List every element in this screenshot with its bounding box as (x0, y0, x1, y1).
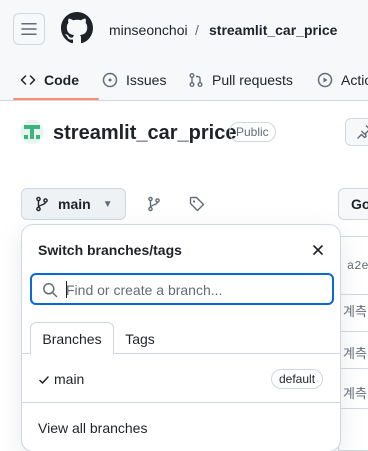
row-divider (339, 294, 368, 295)
tab-issues-label: Issues (126, 71, 167, 88)
row-divider (339, 408, 368, 409)
tab-branches[interactable]: Branches (30, 322, 114, 355)
top-header: minseonchoi / streamlit_car_price Code I… (0, 0, 368, 101)
repo-owner-avatar[interactable] (20, 120, 44, 144)
branch-list-item[interactable]: main default (22, 363, 340, 395)
close-button[interactable] (308, 240, 328, 260)
play-icon (317, 72, 333, 88)
row-divider (339, 368, 368, 369)
issue-opened-icon (102, 72, 118, 88)
breadcrumb-owner[interactable]: minseonchoi (109, 21, 188, 39)
branch-search-input[interactable] (66, 279, 326, 301)
file-row-text: 계측 (343, 387, 367, 402)
text-cursor (66, 281, 67, 298)
chevron-down-icon: ▼ (102, 198, 113, 210)
repo-nav-tabs: Code Issues Pull requests Actio (0, 58, 368, 101)
row-divider (339, 331, 368, 332)
file-row-text: 계측 (343, 347, 367, 362)
repo-title[interactable]: streamlit_car_price (53, 121, 236, 145)
tab-tags[interactable]: Tags (114, 322, 166, 355)
git-pull-request-icon (188, 72, 204, 88)
breadcrumb-repo[interactable]: streamlit_car_price (209, 21, 337, 39)
hamburger-icon (21, 23, 37, 35)
tab-issues[interactable]: Issues (102, 58, 166, 101)
file-list-background: a2e3 계측 계측 계측 (338, 236, 368, 451)
code-icon (20, 72, 36, 88)
breadcrumb-separator: / (195, 22, 199, 38)
divider (22, 402, 340, 403)
branch-search-field[interactable] (30, 273, 334, 305)
dropdown-title: Switch branches/tags (38, 242, 182, 258)
go-to-file-button[interactable]: Go (338, 188, 368, 220)
tab-actions[interactable]: Actio (317, 58, 368, 101)
current-branch-label: main (58, 196, 91, 212)
close-icon (313, 245, 323, 255)
file-row-text: 계측 (343, 305, 367, 320)
check-icon (38, 373, 50, 385)
search-icon (42, 282, 58, 298)
branch-selector-button[interactable]: main ▼ (21, 188, 126, 220)
hamburger-menu-button[interactable] (13, 13, 45, 45)
git-branch-icon (36, 196, 48, 212)
visibility-badge: Public (229, 122, 276, 142)
tag-icon[interactable] (189, 196, 205, 212)
tab-pull-requests-label: Pull requests (212, 71, 293, 88)
active-tab-indicator (13, 98, 99, 100)
tab-actions-label: Actio (341, 71, 368, 88)
tab-pull-requests[interactable]: Pull requests (188, 58, 293, 101)
tab-code[interactable]: Code (20, 58, 79, 101)
github-logo-icon[interactable] (61, 12, 93, 44)
branch-switcher-dropdown: Switch branches/tags Branches Tags main … (21, 224, 341, 451)
dropdown-tabs: Branches Tags (22, 322, 340, 355)
branches-link-icon[interactable] (146, 196, 162, 212)
pin-icon (357, 125, 368, 139)
view-all-branches-link[interactable]: View all branches (38, 420, 147, 436)
commit-hash[interactable]: a2e3 (347, 259, 368, 273)
default-branch-badge: default (271, 369, 324, 389)
tab-code-label: Code (44, 71, 79, 88)
pin-button[interactable] (345, 118, 368, 146)
branch-name: main (54, 371, 85, 387)
